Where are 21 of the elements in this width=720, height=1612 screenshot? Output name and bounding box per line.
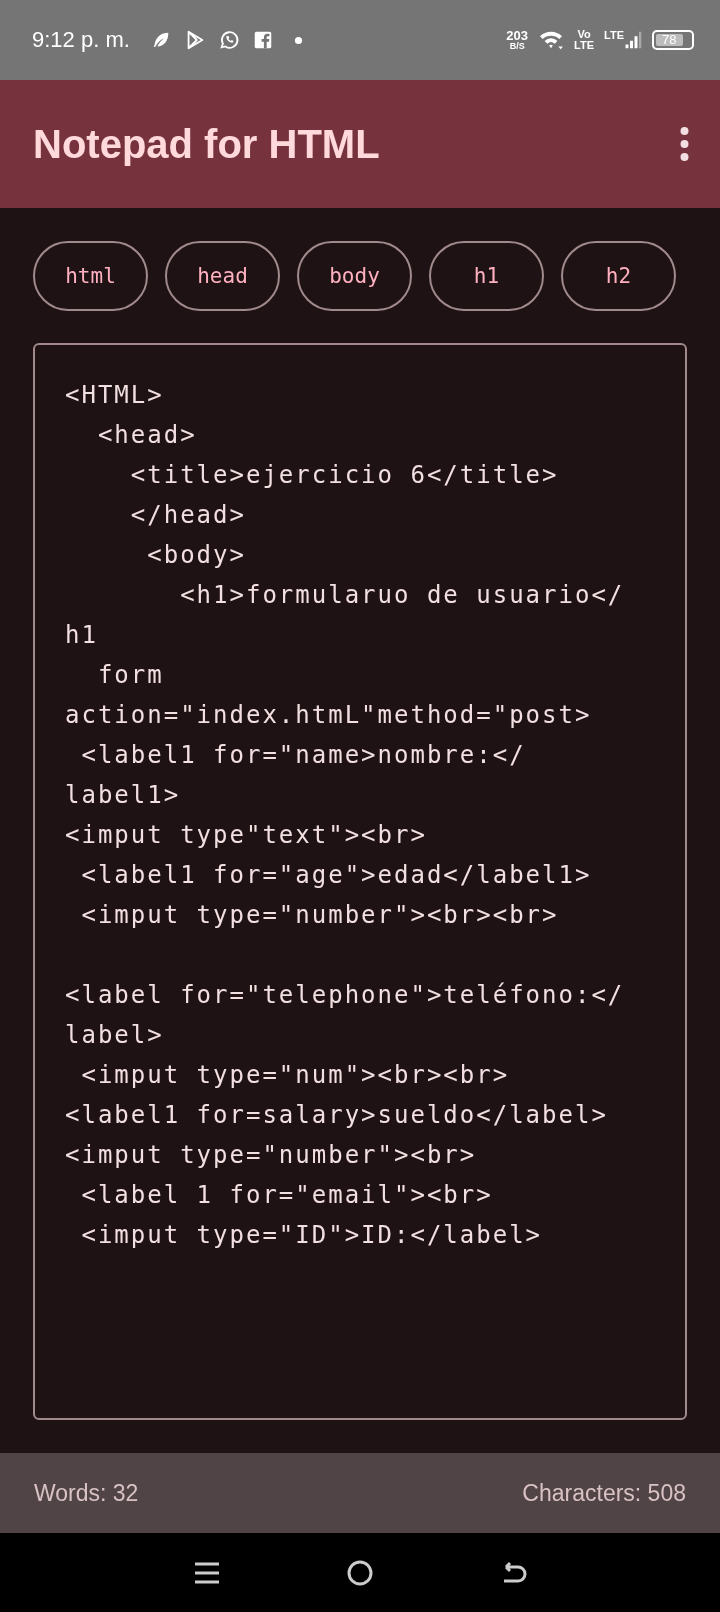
tag-button[interactable]: h1 xyxy=(429,241,544,311)
notification-dot-icon xyxy=(293,35,303,45)
battery-level: 78 xyxy=(656,34,683,46)
volte-label: LTE xyxy=(574,40,595,51)
wifi-icon xyxy=(538,29,565,51)
word-count: Words: 32 xyxy=(34,1479,139,1507)
network-speed: 203 xyxy=(506,29,529,42)
character-count: Characters: 508 xyxy=(522,1479,686,1507)
tag-button[interactable]: head xyxy=(165,241,280,311)
app-title: Notepad for HTML xyxy=(33,121,380,167)
signal-icon xyxy=(624,29,642,51)
tag-button[interactable]: html xyxy=(33,241,148,311)
code-editor[interactable]: <HTML> <head> <title>ejercicio 6</title> </head> <body> <h1>formularuo de usuario</ h1 form action="index.htmL"method="post> <label1 for="name>nombre:</ label1> <imput type"text"><br> <label1 for="age">edad</label1> <imput type="number"><br><br> <label for="telephone">teléfono:</ label> <imput type="num"><br><br> <label1 for=salary>sueldo</label> <imput type="number"><br> <label 1 for="email"><br> <imput type="ID">ID:</label> xyxy=(33,343,687,1420)
network-type: LTE xyxy=(604,29,624,41)
tag-button[interactable]: body xyxy=(297,241,412,311)
volte-label: Vo xyxy=(577,29,591,40)
more-options-icon[interactable] xyxy=(679,126,690,162)
whatsapp-icon xyxy=(217,29,240,51)
clock: 9:12 p. m. xyxy=(32,27,130,53)
tag-button[interactable]: h2 xyxy=(561,241,676,311)
speed-unit: B/S xyxy=(509,42,525,51)
